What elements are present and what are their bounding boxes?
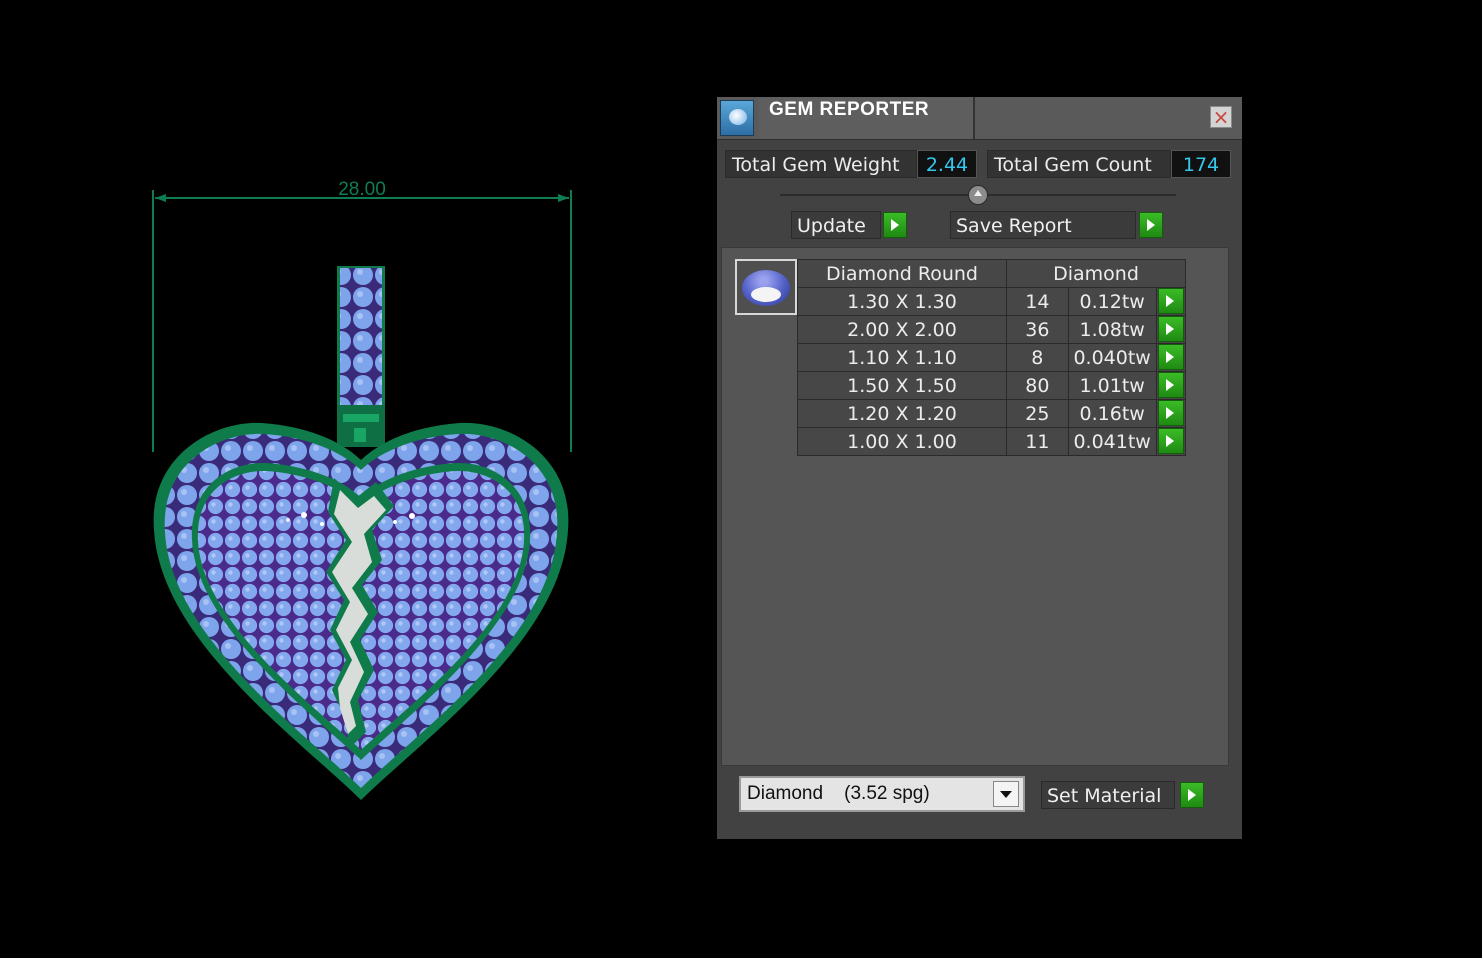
total-gem-weight-value: 2.44	[917, 150, 977, 178]
set-material-go-icon[interactable]	[1180, 782, 1204, 808]
table-row[interactable]: 2.00 X 2.00 36 1.08tw	[797, 315, 1187, 344]
gem-weight: 0.041tw	[1067, 427, 1157, 456]
set-material-button[interactable]: Set Material	[1041, 781, 1175, 809]
material-select[interactable]: Diamond (3.52 spg)	[739, 776, 1025, 812]
row-go-icon[interactable]	[1157, 400, 1184, 426]
row-go-icon[interactable]	[1157, 316, 1184, 342]
gem-size: 1.10 X 1.10	[797, 343, 1007, 372]
row-go-icon[interactable]	[1157, 344, 1184, 370]
row-go-icon[interactable]	[1157, 288, 1184, 314]
gem-weight: 1.01tw	[1067, 371, 1157, 400]
collapse-toggle-icon[interactable]	[968, 185, 988, 205]
panel-titlebar[interactable]: GEM REPORTER ×	[717, 97, 1242, 140]
save-report-button[interactable]: Save Report	[950, 211, 1136, 239]
round-gem-thumbnail-icon[interactable]	[735, 259, 797, 315]
close-icon[interactable]: ×	[1210, 106, 1232, 128]
gem-shape-header: Diamond Round	[797, 259, 1007, 288]
gem-weight: 0.12tw	[1067, 287, 1157, 316]
gem-count: 36	[1006, 315, 1069, 344]
gem-count: 14	[1006, 287, 1069, 316]
table-row[interactable]: 1.00 X 1.00 11 0.041tw	[797, 427, 1187, 456]
gem-weight: 1.08tw	[1067, 315, 1157, 344]
heart-pendant	[153, 422, 569, 800]
gem-size: 1.20 X 1.20	[797, 399, 1007, 428]
gem-reporter-app-icon	[720, 100, 754, 136]
gem-list-area: Diamond Round Diamond 1.30 X 1.30 14 0.1…	[721, 247, 1229, 766]
table-row[interactable]: 1.20 X 1.20 25 0.16tw	[797, 399, 1187, 428]
table-row[interactable]: 1.50 X 1.50 80 1.01tw	[797, 371, 1187, 400]
table-row[interactable]: 1.10 X 1.10 8 0.040tw	[797, 343, 1187, 372]
chevron-down-icon[interactable]	[993, 781, 1019, 807]
update-go-icon[interactable]	[883, 212, 907, 238]
table-row[interactable]: 1.30 X 1.30 14 0.12tw	[797, 287, 1187, 316]
total-gem-count-value: 174	[1171, 150, 1231, 178]
dimension-label: 28.00	[338, 179, 386, 200]
gem-weight: 0.040tw	[1067, 343, 1157, 372]
gem-count: 11	[1006, 427, 1069, 456]
save-report-go-icon[interactable]	[1139, 212, 1163, 238]
pendant-bail	[337, 266, 385, 447]
gem-size: 1.30 X 1.30	[797, 287, 1007, 316]
gem-weight: 0.16tw	[1067, 399, 1157, 428]
gem-count: 25	[1006, 399, 1069, 428]
total-gem-count-label: Total Gem Count	[987, 150, 1171, 178]
design-viewport[interactable]: 28.00	[0, 0, 700, 958]
total-gem-weight-label: Total Gem Weight	[725, 150, 917, 178]
row-go-icon[interactable]	[1157, 428, 1184, 454]
gem-size: 1.50 X 1.50	[797, 371, 1007, 400]
gem-count: 8	[1006, 343, 1069, 372]
gem-table: Diamond Round Diamond 1.30 X 1.30 14 0.1…	[797, 259, 1187, 456]
gem-count: 80	[1006, 371, 1069, 400]
material-select-value: Diamond (3.52 spg)	[747, 783, 930, 804]
panel-title: GEM REPORTER	[769, 99, 930, 120]
update-button[interactable]: Update	[791, 211, 881, 239]
gem-size: 1.00 X 1.00	[797, 427, 1007, 456]
gem-material-header: Diamond	[1006, 259, 1186, 288]
pendant-render: 28.00	[152, 179, 572, 800]
gem-size: 2.00 X 2.00	[797, 315, 1007, 344]
gem-reporter-panel: GEM REPORTER × Total Gem Weight 2.44 Tot…	[717, 97, 1242, 839]
row-go-icon[interactable]	[1157, 372, 1184, 398]
